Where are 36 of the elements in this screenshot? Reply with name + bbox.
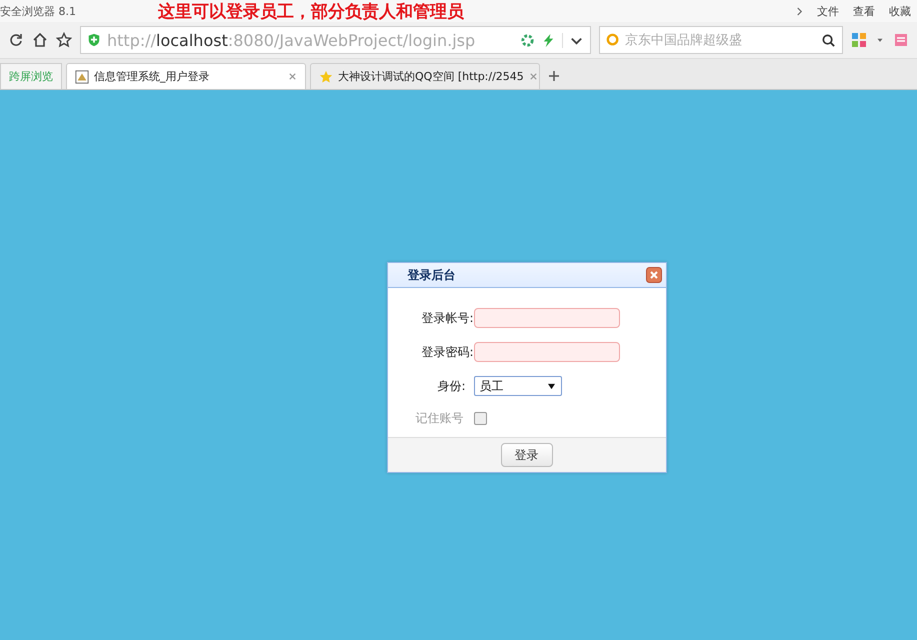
star-icon[interactable] — [56, 32, 72, 48]
remember-label: 记住账号 — [416, 410, 464, 427]
field-label: 身份: — [436, 378, 466, 394]
menu-item[interactable]: 查看 — [853, 4, 875, 18]
field-label: 登录密码: — [420, 344, 474, 360]
browser-title: 安全浏览器 8.1 — [0, 4, 77, 18]
address-field[interactable]: http://localhost:8080/JavaWebProject/login.jsp — [80, 26, 591, 54]
input-field[interactable] — [474, 308, 620, 328]
search-engine-icon[interactable] — [606, 32, 621, 48]
close-icon[interactable] — [528, 72, 538, 81]
caret-icon — [548, 382, 554, 390]
new-tab-icon[interactable] — [548, 70, 560, 82]
search-icon[interactable] — [821, 32, 836, 48]
shield-icon — [87, 33, 101, 47]
close-icon[interactable] — [288, 72, 297, 81]
menu-item[interactable]: 文件 — [817, 4, 839, 18]
apps-icon[interactable] — [851, 32, 867, 48]
role-select[interactable]: 员工 — [474, 376, 562, 396]
menu-item[interactable]: 收藏 — [889, 4, 911, 18]
reload-icon[interactable] — [8, 32, 24, 48]
browser-tab[interactable]: 大神设计调试的QQ空间 [http://2545 — [310, 63, 540, 89]
chevron-icon[interactable] — [796, 6, 803, 16]
url-text: http://localhost:8080/JavaWebProject/login.jsp — [107, 30, 476, 50]
star-icon — [319, 70, 333, 84]
dropdown-icon[interactable] — [562, 32, 584, 48]
browser-tab[interactable]: 信息管理系统_用户登录 — [66, 63, 306, 89]
dialog-title: 登录后台 — [408, 266, 456, 284]
annotation-text: 这里可以登录员工，部分负责人和管理员 — [158, 0, 464, 22]
remember-checkbox[interactable] — [474, 412, 486, 425]
field-label: 登录帐号: — [420, 310, 474, 326]
lightning-icon[interactable] — [541, 32, 556, 48]
page-icon — [75, 70, 89, 84]
input-field[interactable] — [474, 342, 620, 362]
close-icon[interactable] — [646, 267, 662, 283]
home-icon[interactable] — [32, 32, 48, 48]
login-button[interactable]: 登录 — [500, 443, 552, 467]
